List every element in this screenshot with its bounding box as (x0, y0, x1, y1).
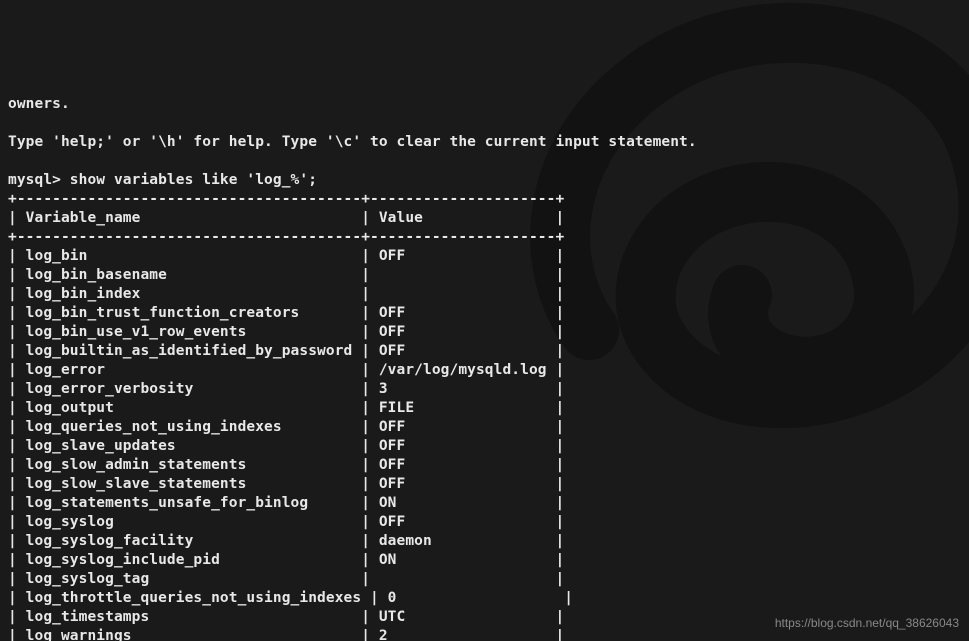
table-row: | log_syslog_include_pid | ON | (8, 551, 961, 570)
table-row: | log_statements_unsafe_for_binlog | ON … (8, 494, 961, 513)
blank (8, 114, 961, 133)
table-row: | log_error_verbosity | 3 | (8, 380, 961, 399)
table-row: | log_queries_not_using_indexes | OFF | (8, 418, 961, 437)
table-row: | log_slave_updates | OFF | (8, 437, 961, 456)
banner-help: Type 'help;' or '\h' for help. Type '\c'… (8, 133, 961, 152)
table-row: | log_bin_trust_function_creators | OFF … (8, 304, 961, 323)
table-header: | Variable_name | Value | (8, 209, 961, 228)
table-row: | log_slow_admin_statements | OFF | (8, 456, 961, 475)
watermark-text: https://blog.csdn.net/qq_38626043 (775, 614, 959, 633)
table-row: | log_error | /var/log/mysqld.log | (8, 361, 961, 380)
table-row: | log_syslog | OFF | (8, 513, 961, 532)
table-row: | log_syslog_facility | daemon | (8, 532, 961, 551)
table-row: | log_bin_index | | (8, 285, 961, 304)
table-row: | log_syslog_tag | | (8, 570, 961, 589)
query-line[interactable]: mysql> show variables like 'log_%'; (8, 171, 961, 190)
table-row: | log_bin_basename | | (8, 266, 961, 285)
blank (8, 152, 961, 171)
table-row: | log_bin_use_v1_row_events | OFF | (8, 323, 961, 342)
table-sep: +---------------------------------------… (8, 190, 961, 209)
terminal-window[interactable]: owners. Type 'help;' or '\h' for help. Ty… (0, 0, 969, 641)
banner-owners: owners. (8, 95, 961, 114)
table-row: | log_output | FILE | (8, 399, 961, 418)
table-row: | log_builtin_as_identified_by_password … (8, 342, 961, 361)
table-row: | log_bin | OFF | (8, 247, 961, 266)
table-row: | log_slow_slave_statements | OFF | (8, 475, 961, 494)
table-row: | log_throttle_queries_not_using_indexes… (8, 589, 961, 608)
table-sep: +---------------------------------------… (8, 228, 961, 247)
